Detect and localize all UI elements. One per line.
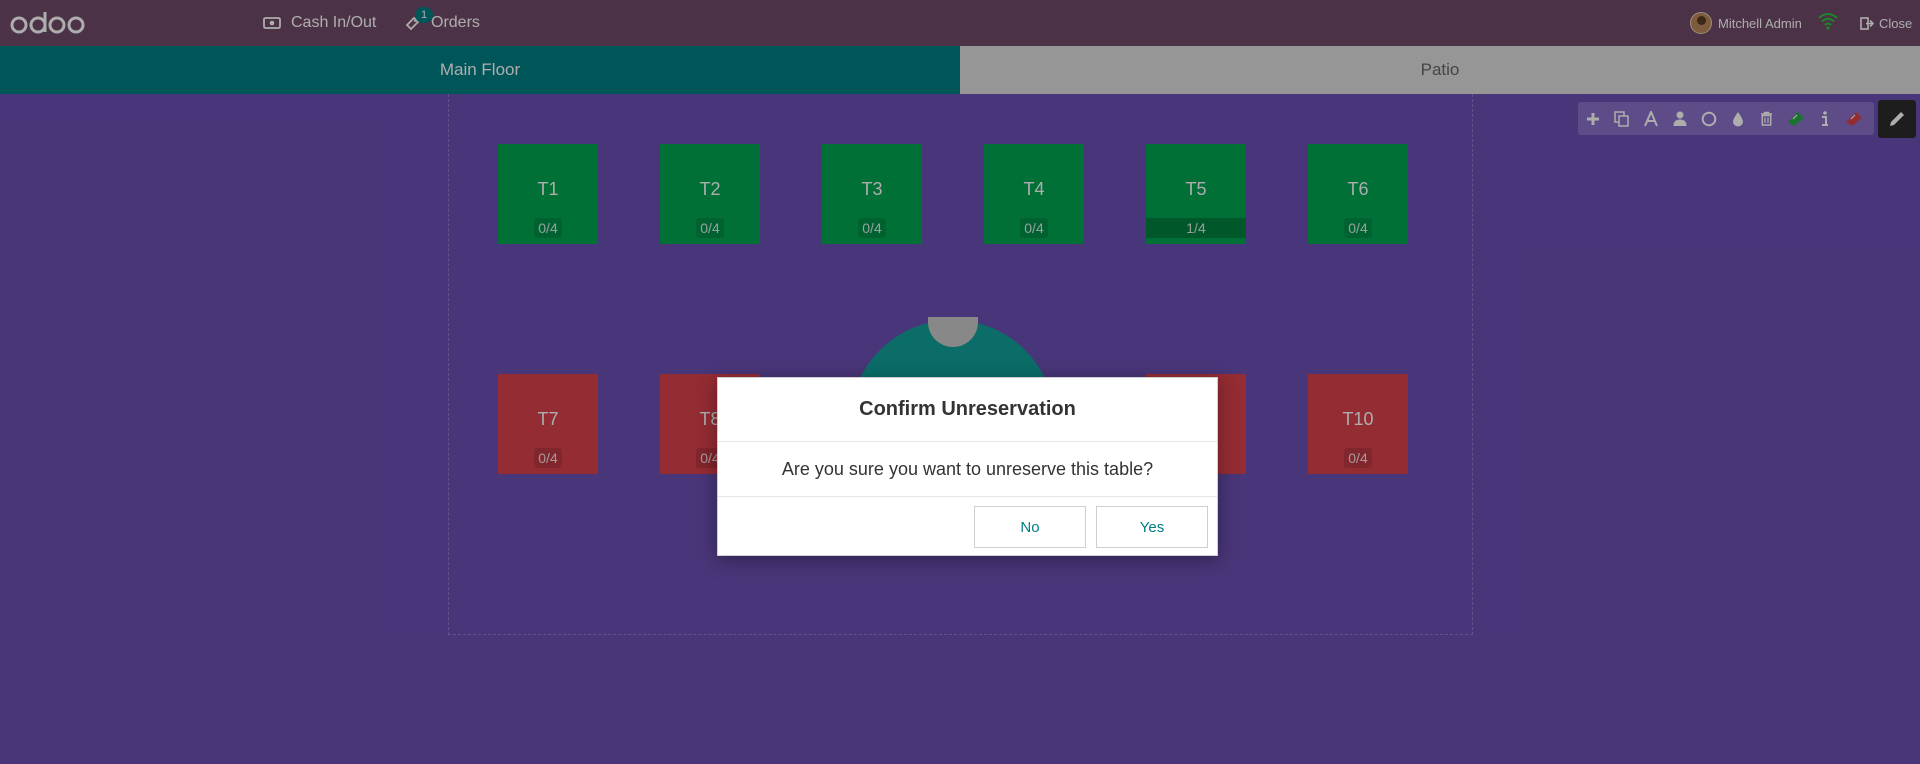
yes-button[interactable]: Yes (1096, 506, 1208, 548)
confirm-unreservation-dialog: Confirm Unreservation Are you sure you w… (717, 377, 1218, 556)
no-button[interactable]: No (974, 506, 1086, 548)
dialog-message: Are you sure you want to unreserve this … (718, 442, 1217, 497)
dialog-title: Confirm Unreservation (718, 378, 1217, 442)
